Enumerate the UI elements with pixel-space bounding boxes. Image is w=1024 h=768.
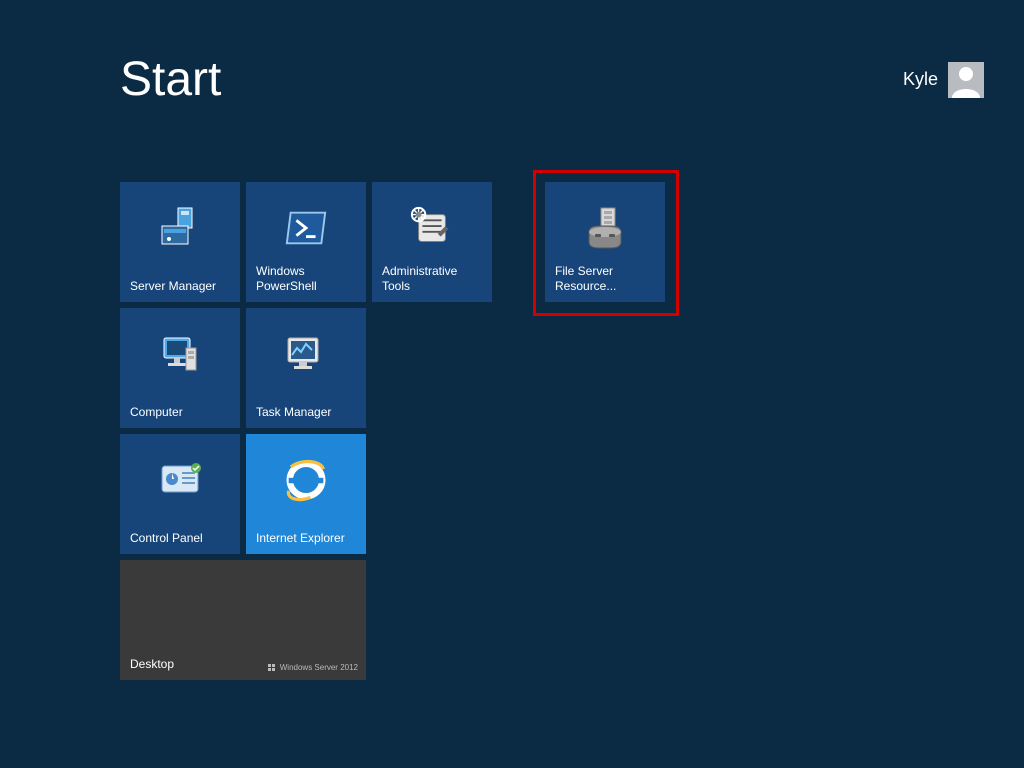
tile-label: Control Panel bbox=[130, 531, 230, 546]
tile-label: Server Manager bbox=[130, 279, 230, 294]
tile-label: Internet Explorer bbox=[256, 531, 356, 546]
tile-control-panel[interactable]: Control Panel bbox=[120, 434, 240, 554]
start-title: Start bbox=[120, 52, 221, 107]
control-panel-icon bbox=[152, 452, 208, 508]
desktop-watermark: Windows Server 2012 bbox=[268, 663, 358, 672]
server-manager-icon bbox=[152, 200, 208, 256]
file-server-resource-icon bbox=[577, 200, 633, 256]
administrative-tools-icon bbox=[404, 200, 460, 256]
computer-icon bbox=[152, 326, 208, 382]
tile-computer[interactable]: Computer bbox=[120, 308, 240, 428]
task-manager-icon bbox=[278, 326, 334, 382]
tile-label: Windows PowerShell bbox=[256, 264, 356, 294]
tile-file-server-resource[interactable]: File Server Resource... bbox=[545, 182, 665, 302]
tile-label: File Server Resource... bbox=[555, 264, 655, 294]
user-avatar-icon bbox=[948, 62, 984, 98]
header: Start Kyle bbox=[120, 52, 984, 107]
tile-task-manager[interactable]: Task Manager bbox=[246, 308, 366, 428]
tile-label: Computer bbox=[130, 405, 230, 420]
tile-label: Task Manager bbox=[256, 405, 356, 420]
user-account-button[interactable]: Kyle bbox=[903, 62, 984, 98]
user-name-label: Kyle bbox=[903, 69, 938, 90]
tile-server-manager[interactable]: Server Manager bbox=[120, 182, 240, 302]
tile-windows-powershell[interactable]: Windows PowerShell bbox=[246, 182, 366, 302]
tile-internet-explorer[interactable]: Internet Explorer bbox=[246, 434, 366, 554]
tile-desktop[interactable]: Desktop Windows Server 2012 bbox=[120, 560, 366, 680]
internet-explorer-icon bbox=[278, 452, 334, 508]
desktop-watermark-label: Windows Server 2012 bbox=[280, 663, 358, 672]
tile-administrative-tools[interactable]: Administrative Tools bbox=[372, 182, 492, 302]
tile-label: Administrative Tools bbox=[382, 264, 482, 294]
powershell-icon bbox=[278, 200, 334, 256]
